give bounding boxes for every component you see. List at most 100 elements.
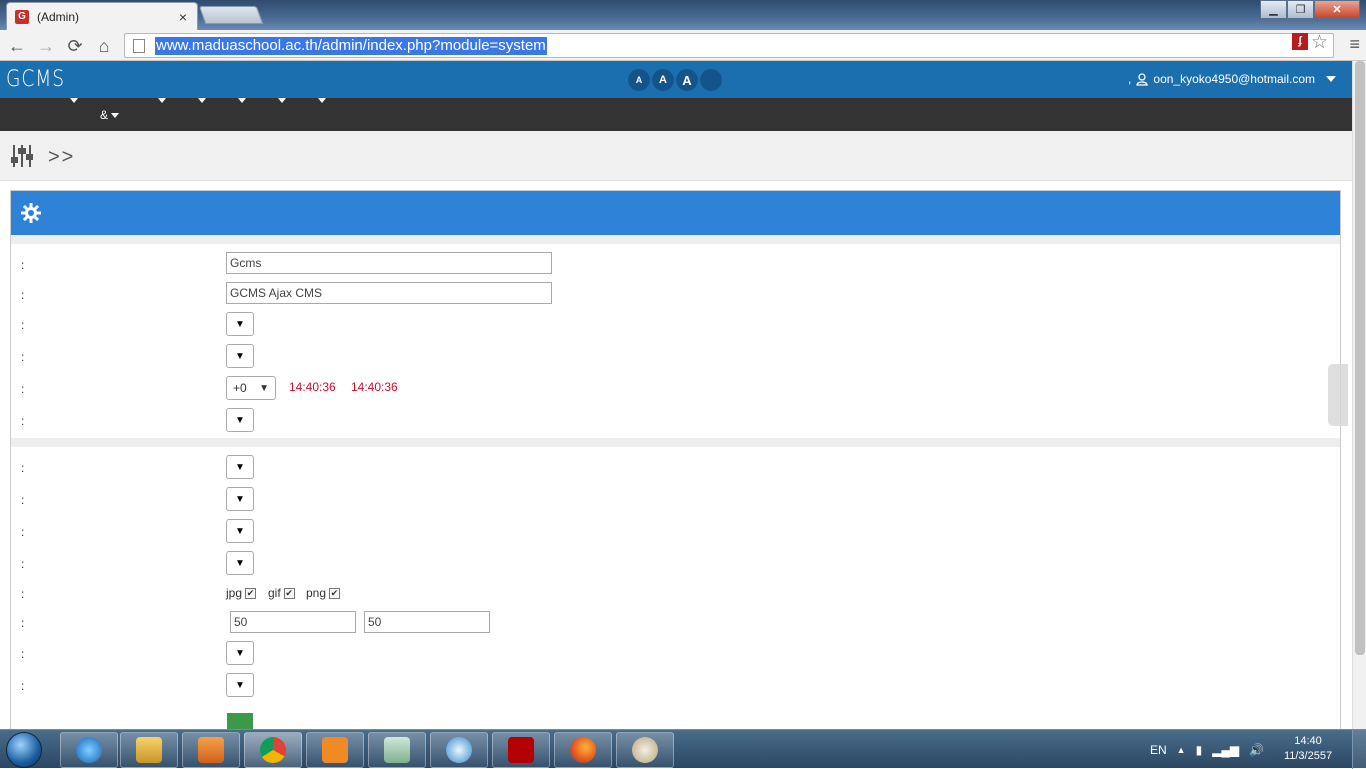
web-title-input[interactable]: Gcms — [226, 252, 552, 274]
window-controls: ▁ ❐ ✕ — [1260, 0, 1360, 19]
select-dropdown[interactable]: ▼ — [226, 551, 254, 575]
field-label: : — [21, 461, 25, 475]
tab-close-icon[interactable]: × — [175, 9, 191, 25]
image-type-png[interactable]: png ✔ — [306, 586, 341, 600]
maximize-button[interactable]: ❐ — [1287, 0, 1314, 19]
pdf-app-icon — [322, 737, 348, 763]
font-small-button[interactable]: A — [628, 69, 650, 91]
select-dropdown[interactable]: ▼ — [226, 487, 254, 511]
new-tab-button[interactable] — [198, 6, 264, 24]
select-dropdown[interactable]: ▼ — [226, 519, 254, 543]
app-icon — [446, 737, 472, 763]
chrome-icon — [260, 737, 286, 763]
bookmark-star-icon[interactable]: ☆ — [1311, 31, 1328, 54]
checkbox-label: jpg — [226, 586, 243, 600]
network-icon[interactable]: ▮ — [1196, 743, 1203, 757]
user-prefix: , — [1128, 72, 1132, 86]
site-header: GCMS A A A , oon_kyoko4950@hotmail.com — [0, 61, 1352, 98]
browser-toolbar: ← → ⟳ ⌂ www.maduaschool.ac.th/admin/inde… — [0, 30, 1366, 61]
select-dropdown[interactable]: ▼ — [226, 408, 254, 432]
jpg-checkbox[interactable]: ✔ — [245, 587, 257, 599]
taskbar-chrome[interactable] — [244, 732, 302, 768]
settings-panel: : Gcms : GCMS Ajax CMS : ▼ : ▼ : +0 ▼ 14… — [10, 190, 1341, 750]
gear-icon — [21, 203, 41, 223]
reload-button[interactable]: ⟳ — [63, 34, 87, 58]
internet-explorer-icon — [76, 737, 102, 763]
main-menubar: & — [0, 98, 1352, 131]
timezone-select[interactable]: +0 ▼ — [226, 376, 276, 400]
start-button[interactable] — [6, 732, 42, 768]
font-medium-button[interactable]: A — [652, 69, 674, 91]
paint-icon — [632, 737, 658, 763]
taskbar-app[interactable] — [430, 732, 488, 768]
taskbar-ie[interactable] — [60, 732, 118, 768]
tab-title: (Admin) — [37, 9, 80, 24]
signal-icon[interactable]: ▂▄▆ — [1212, 743, 1239, 757]
show-desktop-button[interactable] — [1352, 730, 1366, 769]
png-checkbox[interactable]: ✔ — [329, 587, 341, 599]
minimize-button[interactable]: ▁ — [1260, 0, 1287, 19]
select-dropdown[interactable]: ▼ — [226, 312, 254, 336]
select-dropdown[interactable]: ▼ — [226, 673, 254, 697]
side-panel-handle[interactable] — [1328, 364, 1348, 426]
menu-item-5[interactable] — [235, 98, 246, 103]
site-logo[interactable]: GCMS — [6, 67, 65, 92]
field-label: : — [21, 493, 25, 507]
select-dropdown[interactable]: ▼ — [226, 641, 254, 665]
menu-item-7[interactable] — [315, 98, 326, 103]
language-indicator[interactable]: EN — [1150, 743, 1167, 757]
field-label: : — [21, 587, 25, 601]
browser-tab[interactable]: G (Admin) × — [6, 2, 198, 30]
menu-item-2[interactable]: & — [100, 108, 120, 122]
field-label: : — [21, 414, 25, 428]
taskbar-media[interactable] — [182, 732, 240, 768]
user-email: oon_kyoko4950@hotmail.com — [1153, 72, 1315, 86]
menu-item-4[interactable] — [195, 98, 206, 103]
chevron-down-icon — [1326, 76, 1336, 82]
tray-expand-icon[interactable]: ▲ — [1177, 745, 1186, 755]
menu-item-6[interactable] — [275, 98, 286, 103]
url-text[interactable]: www.maduaschool.ac.th/admin/index.php?mo… — [155, 36, 547, 55]
field-label: : — [21, 647, 25, 661]
select-arrow-icon: ▼ — [259, 382, 269, 394]
back-button[interactable]: ← — [5, 34, 29, 58]
field-label: : — [21, 382, 25, 396]
user-menu[interactable]: , oon_kyoko4950@hotmail.com — [1128, 72, 1336, 86]
address-bar[interactable]: www.maduaschool.ac.th/admin/index.php?mo… — [124, 33, 1334, 58]
select-dropdown[interactable]: ▼ — [226, 455, 254, 479]
select-dropdown[interactable]: ▼ — [226, 344, 254, 368]
notes-icon — [384, 737, 410, 763]
browser-menu-icon[interactable]: ≡ — [1349, 34, 1360, 55]
panel-header — [11, 191, 1340, 235]
clock-date: 11/3/2557 — [1283, 750, 1333, 762]
image-type-jpg[interactable]: jpg ✔ — [226, 586, 257, 600]
checkbox-label: png — [306, 586, 327, 600]
page-scrollbar[interactable] — [1352, 61, 1366, 729]
close-window-button[interactable]: ✕ — [1314, 0, 1360, 19]
forward-button[interactable]: → — [34, 34, 58, 58]
filezilla-icon — [508, 737, 534, 763]
menu-item-1[interactable] — [67, 98, 78, 103]
menu-item-3[interactable] — [155, 98, 166, 103]
thumb-width-input[interactable]: 50 — [230, 611, 356, 633]
taskbar-notes[interactable] — [368, 732, 426, 768]
taskbar-explorer[interactable] — [120, 732, 178, 768]
font-reset-button[interactable] — [700, 69, 722, 91]
image-type-gif[interactable]: gif ✔ — [268, 586, 295, 600]
scrollbar-thumb[interactable] — [1355, 61, 1365, 655]
pdf-extension-icon[interactable]: ʄ — [1292, 33, 1308, 50]
taskbar-filezilla[interactable] — [492, 732, 550, 768]
web-description-input[interactable]: GCMS Ajax CMS — [226, 282, 552, 304]
taskbar-pdf[interactable] — [306, 732, 364, 768]
taskbar-paint[interactable] — [616, 732, 674, 768]
home-button[interactable]: ⌂ — [92, 34, 116, 58]
volume-icon[interactable]: 🔊 — [1249, 743, 1264, 757]
gif-checkbox[interactable]: ✔ — [283, 587, 295, 599]
field-label: : — [21, 350, 25, 364]
font-large-button[interactable]: A — [676, 69, 698, 91]
thumb-height-input[interactable]: 50 — [364, 611, 490, 633]
system-clock[interactable]: 14:40 11/3/2557 — [1280, 734, 1336, 764]
taskbar-firefox[interactable] — [554, 732, 612, 768]
caret-down-icon — [318, 98, 326, 103]
caret-down-icon — [111, 112, 120, 118]
